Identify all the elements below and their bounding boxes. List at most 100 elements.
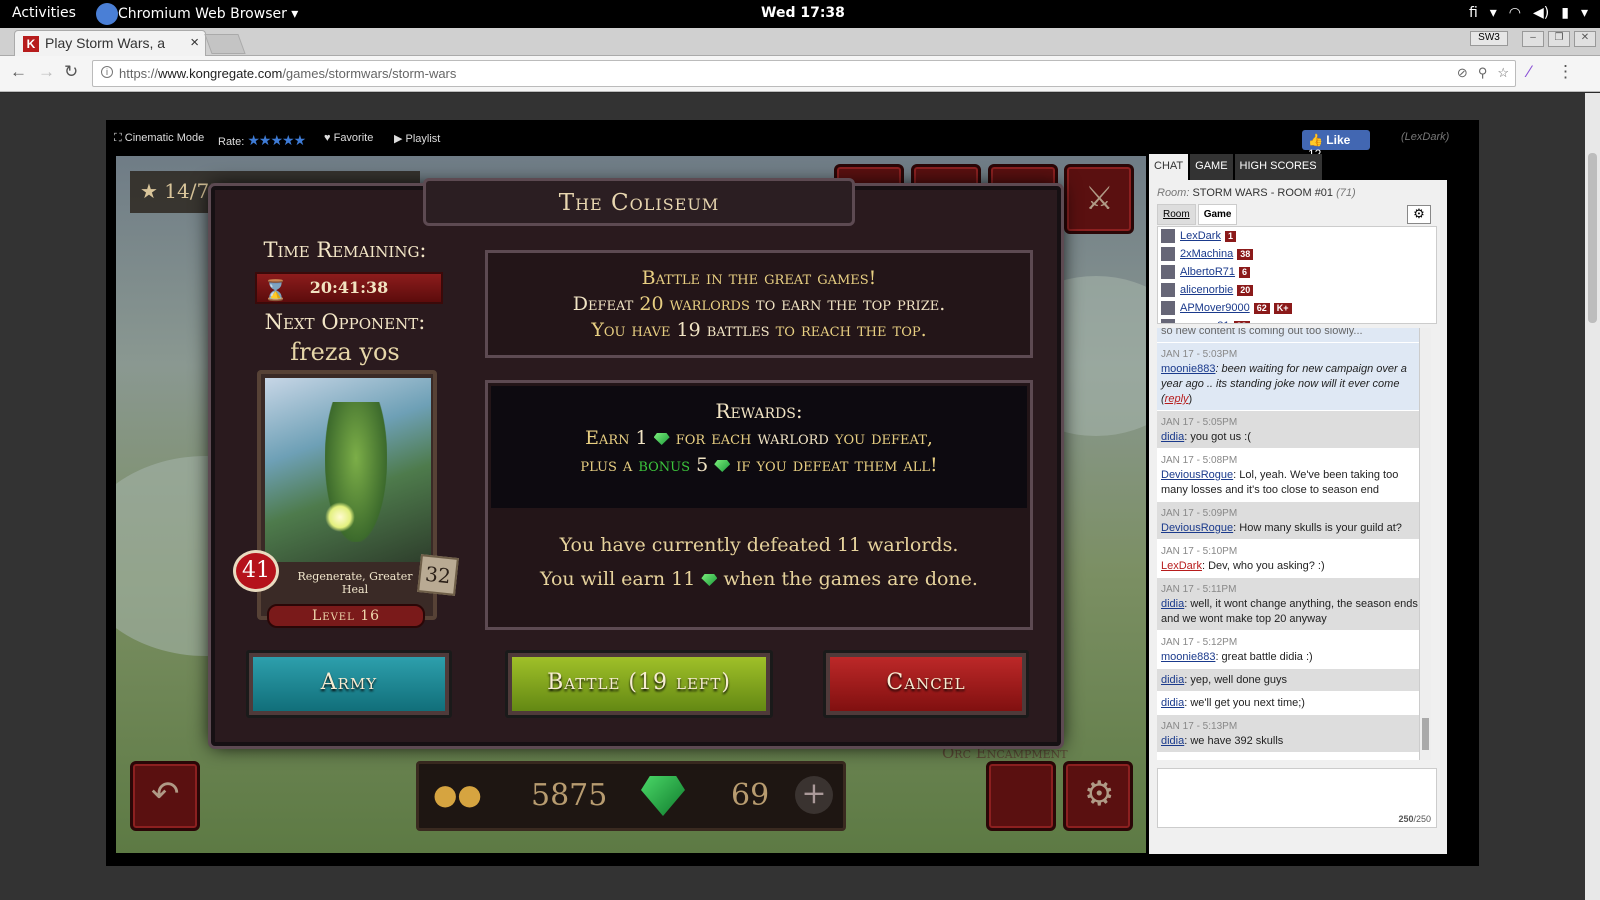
user-name[interactable]: aruman81 [1180,320,1230,323]
user-list-item[interactable]: 2xMachina 38 [1158,245,1436,263]
message-author[interactable]: LexDark [1161,560,1202,572]
message-author[interactable]: didia [1161,735,1184,747]
message-author[interactable]: didia [1161,431,1184,443]
favorite-button[interactable]: ♥ Favorite [324,132,373,144]
gear-icon: ⚙ [1084,775,1115,813]
app-menu[interactable]: Chromium Web Browser ▾ [96,0,298,28]
user-list-item[interactable]: LexDark 1 [1158,227,1436,245]
playlist-button[interactable]: ▶ Playlist [394,132,440,145]
message-timestamp: JAN 17 - 5:03PM [1161,349,1238,360]
message-timestamp: JAN 17 - 5:13PM [1161,721,1238,732]
user-level-badge: 38 [1237,249,1254,260]
gem-icon [641,776,685,816]
pin-icon[interactable]: ⚲ [1478,65,1488,81]
message-author[interactable]: didia [1161,598,1184,610]
user-level-badge: 62 [1253,303,1270,314]
chat-panel: CHAT GAME HIGH SCORES Room: STORM WARS -… [1146,154,1450,854]
cinematic-mode-button[interactable]: ⛶ Cinematic Mode [114,132,204,145]
chat-input[interactable]: 250/250 [1157,768,1437,828]
minimize-button[interactable]: – [1522,31,1544,47]
hud-button-character[interactable] [986,761,1056,831]
status-text: You have currently defeated [559,534,831,556]
info-icon[interactable]: i [101,66,113,78]
clock[interactable]: Wed 17:38 [761,5,845,21]
user-list[interactable]: LexDark 1 2xMachina 38 AlbertoR71 6 alicenorbi… [1157,226,1437,324]
back-button[interactable]: ↶ [130,761,200,831]
message-text: so new content is coming out too slowly.… [1161,328,1363,337]
rewards-text: Earn [585,427,630,449]
user-name[interactable]: 2xMachina [1180,248,1233,260]
reload-icon[interactable]: ↻ [64,62,78,82]
tab-high-scores[interactable]: HIGH SCORES [1234,154,1322,180]
page-scrollbar[interactable] [1585,93,1600,900]
menu-icon[interactable]: ⋮ [1557,62,1574,82]
username-display[interactable]: (LexDark) [1401,131,1449,143]
user-name[interactable]: alicenorbie [1180,284,1233,296]
address-bar[interactable]: i https://www.kongregate.com/games/storm… [92,60,1516,87]
message-timestamp: JAN 17 - 5:10PM [1161,546,1238,557]
chat-scrollbar[interactable] [1419,328,1431,760]
user-list-item[interactable]: APMover9000 62 K+ [1158,299,1436,317]
user-extra-badge: K+ [1273,303,1292,314]
activities-button[interactable]: Activities [12,5,76,21]
cancel-button[interactable]: Cancel [823,650,1029,718]
battle-button[interactable]: Battle (19 left) [505,650,773,718]
rewards-box: Rewards: Earn 1 for each warlord you def… [485,380,1033,630]
browser-tab[interactable]: K Play Storm Wars, a × [14,30,206,56]
tab-room[interactable]: Room [1157,204,1196,225]
back-icon[interactable]: ← [10,62,27,82]
reply-link[interactable]: reply [1165,393,1189,405]
opponent-card[interactable]: Regenerate, Greater Heal [257,370,437,620]
message-author[interactable]: didia [1161,674,1184,686]
user-name[interactable]: AlbertoR71 [1180,266,1235,278]
user-level-badge: 20 [1237,285,1254,296]
url-domain: www.kongregate.com [158,66,283,81]
settings-button[interactable]: ⚙ [1063,761,1133,831]
message-author[interactable]: moonie883 [1161,651,1215,663]
chat-scrollbar-thumb[interactable] [1422,718,1429,750]
user-avatar [1161,301,1175,315]
user-name[interactable]: APMover9000 [1180,302,1250,314]
rating-stars[interactable]: ★★★★★ [247,132,306,148]
game-toolbar: ⛶ Cinematic Mode Rate: ★★★★★ ♥ Favorite … [106,120,1479,161]
extension-feather-icon[interactable]: ⁄ [1528,62,1531,82]
bookmark-star-icon[interactable]: ☆ [1497,65,1509,81]
char-counter-used: 250 [1398,814,1414,824]
system-tray[interactable]: fi ▾ ◠ ◀) ▮ ▾ [1469,5,1588,21]
tab-room-game[interactable]: Game [1197,204,1238,225]
message-author[interactable]: moonie883 [1161,363,1215,375]
earn-status: You will earn 11 when the games are done… [491,562,1027,596]
gold-amount: 5875 [531,778,608,813]
user-list-item[interactable]: AlbertoR71 6 [1158,263,1436,281]
chat-settings-button[interactable]: ⚙ [1407,205,1431,224]
user-list-item[interactable]: alicenorbie 20 [1158,281,1436,299]
user-list-item[interactable]: aruman8123 [1158,317,1436,323]
chat-message: JAN 17 - 5:08PM DeviousRogue: Lol, yeah. … [1157,449,1431,502]
new-tab-button[interactable] [204,34,246,54]
army-button[interactable]: Army [246,650,452,718]
profile-badge[interactable]: SW3 [1470,31,1508,46]
tab-chat[interactable]: CHAT [1149,154,1189,180]
crossed-swords-icon: ⚔ [1085,180,1114,216]
maximize-button[interactable]: ❐ [1548,31,1570,47]
translate-icon[interactable]: ⊘ [1457,65,1468,81]
battle-swords-button[interactable]: ⚔ [1064,164,1134,234]
facebook-like-button[interactable]: 👍 Like 12 [1302,130,1370,161]
close-tab-icon[interactable]: × [190,34,199,51]
add-gems-button[interactable]: + [795,776,833,814]
message-author[interactable]: didia [1161,697,1184,709]
close-window-button[interactable]: ✕ [1574,31,1596,47]
input-language[interactable]: fi [1469,5,1478,21]
room-name[interactable]: STORM WARS - ROOM #01 [1192,187,1333,199]
user-name[interactable]: LexDark [1180,230,1221,242]
message-timestamp: JAN 17 - 5:09PM [1161,508,1238,519]
tab-game[interactable]: GAME [1190,154,1233,180]
message-text: : we'll get you next time;) [1184,697,1305,709]
forward-icon[interactable]: → [38,62,55,82]
game-canvas[interactable]: ★ 14/75 ZOOM: ⚔ ↶ ●● 5875 69 + Orc Encam… [116,156,1146,853]
url-path: /games/stormwars/storm-wars [282,66,457,81]
gem-icon [701,574,718,586]
message-author[interactable]: DeviousRogue [1161,469,1233,481]
scrollbar-thumb[interactable] [1588,153,1597,323]
message-author[interactable]: DeviousRogue [1161,522,1233,534]
